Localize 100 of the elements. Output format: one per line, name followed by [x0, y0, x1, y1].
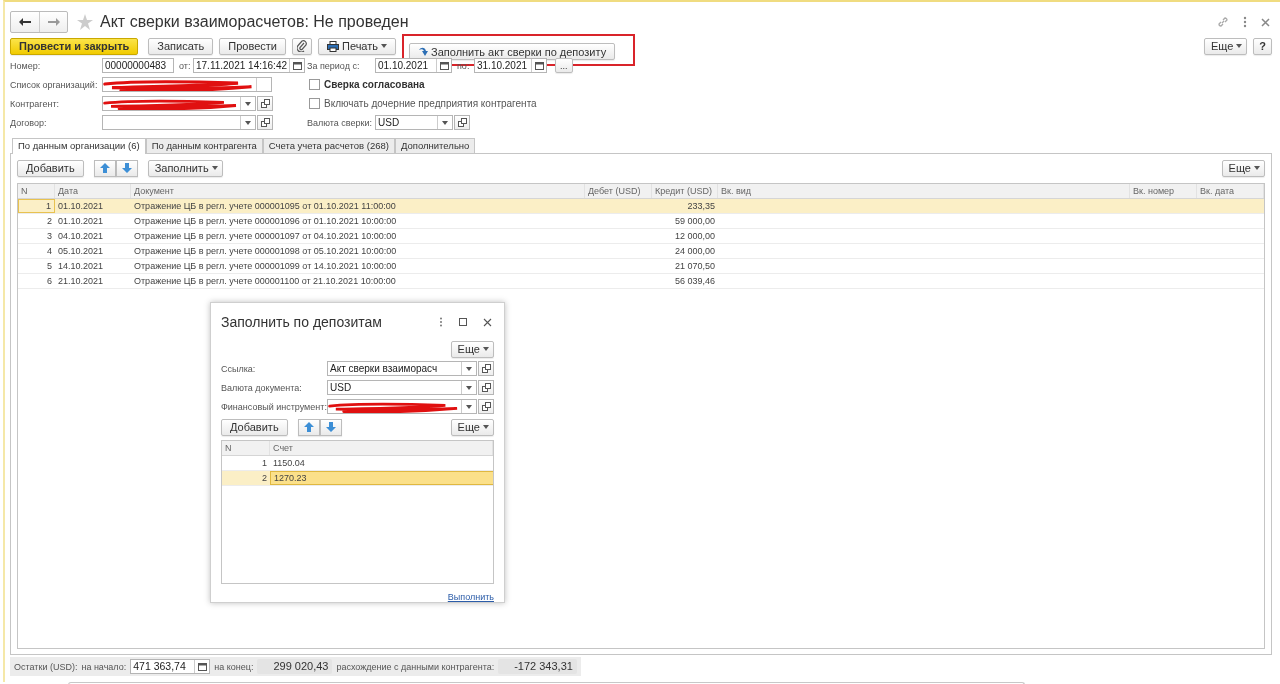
input-field[interactable]	[102, 96, 256, 111]
input-field[interactable]: 471 363,74	[130, 659, 211, 674]
move-down-button[interactable]	[319, 418, 342, 436]
help-button[interactable]: ?	[1253, 37, 1272, 55]
more-icon[interactable]	[439, 317, 443, 327]
attach-button[interactable]	[292, 37, 312, 55]
caret-icon	[1254, 166, 1260, 170]
input-field[interactable]: USD	[327, 380, 477, 395]
open-button[interactable]	[257, 115, 273, 130]
fill-menu-button[interactable]: Заполнить	[147, 159, 223, 177]
table-cell-text: 3	[46, 230, 53, 243]
column-header[interactable]: Дебет (USD)	[585, 184, 652, 198]
print-button[interactable]: Печать	[318, 37, 397, 55]
column-header[interactable]: Вк. дата	[1197, 184, 1264, 198]
caret-icon	[245, 101, 251, 106]
input-field[interactable]	[102, 77, 272, 92]
move-up-button[interactable]	[297, 418, 320, 436]
field-label: Ссылка:	[221, 363, 257, 374]
table-row[interactable]: 6 21.10.2021 Отражение ЦБ в регл. учете 000001100 от 21.10.2021 10:00:00 56 039,46	[18, 274, 1264, 289]
column-header[interactable]: N	[222, 441, 270, 455]
field-label: Номер:	[10, 60, 42, 71]
star-icon[interactable]	[77, 14, 93, 30]
table-cell-text: 24 000,00	[673, 245, 716, 258]
input-field[interactable]: 01.10.2021	[375, 58, 452, 73]
close-icon[interactable]	[483, 317, 492, 327]
toolbar-button[interactable]: Провести	[219, 37, 286, 55]
open-icon	[481, 383, 491, 392]
table-cell-text: 01.10.2021	[57, 200, 105, 213]
forward-arrow-icon	[47, 18, 60, 26]
add-button[interactable]: Добавить	[17, 159, 84, 177]
column-header[interactable]: Вк. вид	[718, 184, 1130, 198]
field-label: Валюта сверки:	[307, 117, 373, 128]
more-button[interactable]: Еще	[1221, 159, 1265, 177]
column-header[interactable]: Дата	[55, 184, 131, 198]
caret-icon	[381, 44, 388, 48]
tab[interactable]: По данным организации (6)	[12, 138, 146, 154]
maximize-icon[interactable]	[459, 318, 467, 326]
post-and-close-button[interactable]: Провести и закрыть	[10, 37, 139, 55]
input-field[interactable]	[327, 399, 477, 414]
table-row[interactable]: 1 01.10.2021 Отражение ЦБ в регл. учете 000001095 от 01.10.2021 11:00:00 233,35	[18, 199, 1264, 214]
open-button[interactable]	[454, 115, 470, 130]
add-button[interactable]: Добавить	[221, 418, 288, 436]
table-cell-text: 2	[261, 472, 268, 485]
move-up-button[interactable]	[93, 159, 116, 177]
table-row[interactable]: 2 1270.23	[222, 471, 493, 486]
tab[interactable]: Дополнительно	[395, 138, 476, 153]
column-header[interactable]: Счет	[270, 441, 493, 455]
table-cell-text: 6	[46, 275, 53, 288]
input-field[interactable]	[102, 115, 256, 130]
run-link[interactable]: Выполнить	[447, 592, 494, 602]
fill-button[interactable]: Заполнить акт сверки по депозиту	[409, 43, 616, 60]
more-button[interactable]: Еще	[1203, 37, 1248, 55]
toolbar-button[interactable]: Записать	[148, 37, 214, 55]
table-row[interactable]: 4 05.10.2021 Отражение ЦБ в регл. учете 000001098 от 05.10.2021 10:00:00 24 000,00	[18, 244, 1264, 259]
more-icon[interactable]	[1243, 16, 1247, 28]
table-cell-text: 2	[46, 215, 53, 228]
caret-icon	[466, 366, 472, 371]
arrow-up-icon	[99, 163, 110, 173]
table-cell-text: 05.10.2021	[57, 245, 105, 258]
column-header[interactable]: Документ	[131, 184, 585, 198]
table-cell-text: 59 000,00	[673, 215, 716, 228]
input-field[interactable]: 31.10.2021	[474, 58, 547, 73]
more-button[interactable]: Еще	[450, 418, 494, 436]
table-cell-text: 233,35	[686, 200, 716, 213]
open-button[interactable]	[478, 380, 494, 395]
input-field[interactable]: 00000000483	[102, 58, 174, 73]
column-header[interactable]: Вк. номер	[1130, 184, 1197, 198]
caret-icon	[245, 120, 251, 125]
caret-icon	[466, 404, 472, 409]
calendar-icon	[197, 662, 207, 671]
table-row[interactable]: 5 14.10.2021 Отражение ЦБ в регл. учете 000001099 от 14.10.2021 10:00:00 21 070,50	[18, 259, 1264, 274]
open-button[interactable]	[257, 96, 273, 111]
table-cell-text: 01.10.2021	[57, 215, 105, 228]
checkbox[interactable]	[309, 79, 320, 90]
calendar-icon	[292, 61, 302, 70]
table-cell: 1	[18, 199, 55, 213]
move-down-button[interactable]	[115, 159, 138, 177]
open-button[interactable]	[478, 399, 494, 414]
caret-icon	[1236, 44, 1243, 48]
tab[interactable]: Счета учета расчетов (268)	[262, 138, 395, 153]
more-button[interactable]: Еще	[450, 340, 494, 358]
readonly-field: 299 020,43	[257, 659, 333, 674]
table-row[interactable]: 3 04.10.2021 Отражение ЦБ в регл. учете 000001097 от 04.10.2021 10:00:00 12 000,00	[18, 229, 1264, 244]
caret-icon	[442, 120, 448, 125]
column-header[interactable]: Кредит (USD)	[652, 184, 718, 198]
checkbox[interactable]	[309, 98, 320, 109]
input-field[interactable]: 17.11.2021 14:16:42	[193, 58, 305, 73]
column-header[interactable]: N	[18, 184, 55, 198]
input-field[interactable]: Акт сверки взаиморасч	[327, 361, 477, 376]
field-label: Список организаций:	[10, 79, 99, 90]
table-cell-text: 5	[46, 260, 53, 273]
caret-icon	[483, 425, 489, 429]
input-field[interactable]: USD	[375, 115, 453, 130]
open-button[interactable]	[478, 361, 494, 376]
tab[interactable]: По данным контрагента	[145, 138, 263, 153]
table-row[interactable]: 2 01.10.2021 Отражение ЦБ в регл. учете 000001096 от 01.10.2021 10:00:00 59 000,00	[18, 214, 1264, 229]
close-icon[interactable]	[1261, 17, 1270, 27]
table-cell-text: 04.10.2021	[57, 230, 105, 243]
select-period-button[interactable]: ...	[555, 58, 573, 73]
table-cell-text: Отражение ЦБ в регл. учете 000001098 от 05.10.2021 10:00:00	[133, 245, 398, 258]
